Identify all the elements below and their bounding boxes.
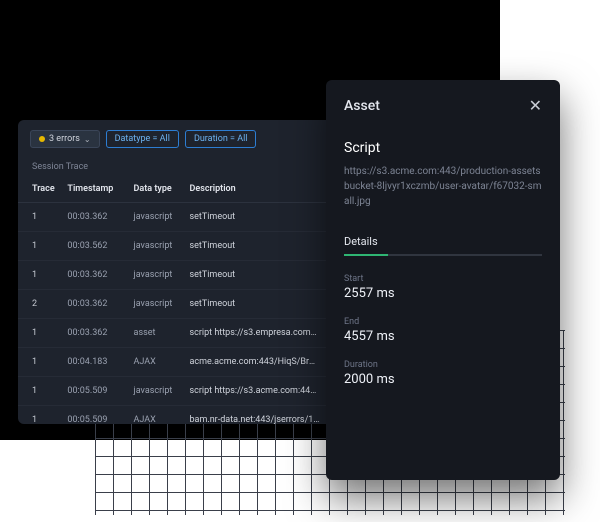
metric-duration: Duration 2000 ms — [344, 360, 542, 387]
cell-description: setTimeout — [184, 261, 326, 290]
cell-datatype: asset — [128, 319, 184, 348]
panel-title: Asset — [344, 98, 380, 114]
datatype-filter-label: Datatype = All — [115, 134, 170, 144]
cell-trace: 1 — [18, 348, 61, 377]
metric-start-value: 2557 ms — [344, 286, 542, 301]
cell-description: setTimeout — [184, 290, 326, 319]
cell-datatype: javascript — [128, 290, 184, 319]
errors-count-label: 3 errors — [49, 134, 80, 144]
errors-filter[interactable]: 3 errors ⌄ — [30, 130, 100, 148]
cell-timestamp: 00:04.183 — [61, 348, 127, 377]
cell-description: setTimeout — [184, 203, 326, 232]
cell-trace: 1 — [18, 261, 61, 290]
details-underline — [344, 254, 542, 256]
cell-datatype: AJAX — [128, 406, 184, 425]
cell-trace: 1 — [18, 203, 61, 232]
metric-start-label: Start — [344, 274, 542, 284]
cell-description: script https://s3.empresa.com… — [184, 319, 326, 348]
cell-timestamp: 00:03.362 — [61, 261, 127, 290]
metric-duration-value: 2000 ms — [344, 372, 542, 387]
cell-datatype: javascript — [128, 203, 184, 232]
duration-filter[interactable]: Duration = All — [185, 130, 257, 148]
cell-trace: 2 — [18, 290, 61, 319]
details-tab[interactable]: Details — [344, 235, 542, 248]
cell-timestamp: 00:05.509 — [61, 406, 127, 425]
cell-datatype: javascript — [128, 232, 184, 261]
cell-trace: 1 — [18, 232, 61, 261]
metric-end-label: End — [344, 317, 542, 327]
cell-description: acme.acme.com:443/HiqS/Brg-… — [184, 348, 326, 377]
metric-end: End 4557 ms — [344, 317, 542, 344]
cell-datatype: javascript — [128, 261, 184, 290]
asset-kind: Script — [344, 140, 542, 156]
cell-description: script https://s3.acme.com:443… — [184, 377, 326, 406]
warning-dot-icon — [39, 136, 45, 142]
cell-timestamp: 00:03.562 — [61, 232, 127, 261]
datatype-filter[interactable]: Datatype = All — [106, 130, 179, 148]
cell-datatype: AJAX — [128, 348, 184, 377]
asset-detail-panel: Asset ✕ Script https://s3.acme.com:443/p… — [326, 80, 560, 480]
metric-end-value: 4557 ms — [344, 329, 542, 344]
cell-timestamp: 00:03.362 — [61, 203, 127, 232]
chevron-down-icon: ⌄ — [84, 135, 91, 144]
cell-description: setTimeout — [184, 232, 326, 261]
close-icon[interactable]: ✕ — [529, 98, 542, 114]
metric-duration-label: Duration — [344, 360, 542, 370]
col-timestamp[interactable]: Timestamp — [61, 176, 127, 203]
col-trace[interactable]: Trace — [18, 176, 61, 203]
cell-description: bam.nr-data.net:443/jserrors/1/a… — [184, 406, 326, 425]
asset-url: https://s3.acme.com:443/production-asset… — [344, 164, 542, 209]
col-description[interactable]: Description — [184, 176, 326, 203]
cell-trace: 1 — [18, 406, 61, 425]
cell-timestamp: 00:05.509 — [61, 377, 127, 406]
cell-timestamp: 00:03.362 — [61, 290, 127, 319]
duration-filter-label: Duration = All — [194, 134, 248, 144]
cell-trace: 1 — [18, 377, 61, 406]
cell-timestamp: 00:03.362 — [61, 319, 127, 348]
metric-start: Start 2557 ms — [344, 274, 542, 301]
cell-datatype: javascript — [128, 377, 184, 406]
col-datatype[interactable]: Data type — [128, 176, 184, 203]
cell-trace: 1 — [18, 319, 61, 348]
